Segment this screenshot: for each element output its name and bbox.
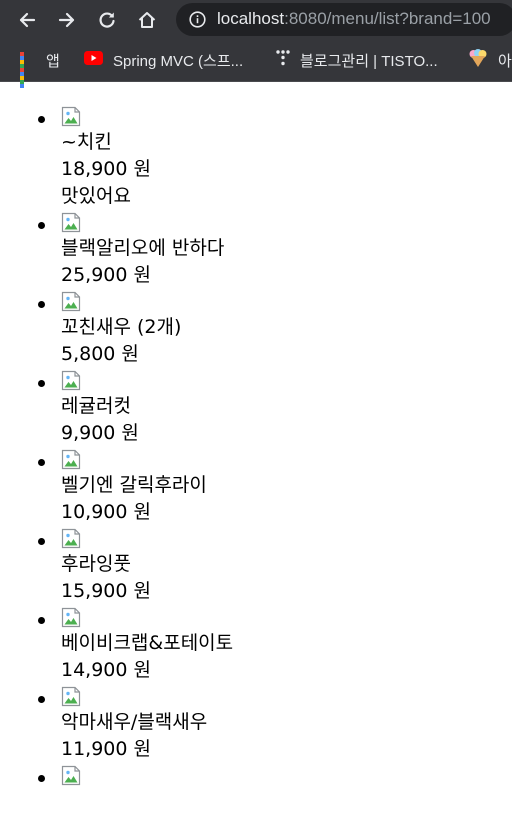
item-price: 15,900 원	[61, 580, 152, 602]
menu-list: ~치킨 18,900 원 맛있어요 블랙알리오에 반하다 25,900 원 꼬친…	[0, 104, 512, 788]
apps-grid-icon	[20, 52, 36, 88]
reload-button[interactable]	[95, 8, 119, 32]
list-bullet	[38, 775, 45, 782]
item-price: 25,900 원	[61, 264, 152, 286]
page-content: ~치킨 18,900 원 맛있어요 블랙알리오에 반하다 25,900 원 꼬친…	[0, 82, 512, 813]
list-bullet	[38, 459, 45, 466]
home-icon	[138, 12, 156, 28]
youtube-icon	[84, 51, 103, 69]
bookmarks-bar: 앱 Spring MVC (스프... 블로그관리 | TISTO... 아	[0, 40, 512, 88]
broken-image-icon	[61, 291, 81, 312]
item-price: 11,900 원	[61, 738, 152, 760]
icecream-icon	[468, 48, 488, 72]
item-description: 맛있어요	[61, 185, 131, 207]
menu-item: 블랙알리오에 반하다 25,900 원	[0, 212, 512, 289]
bookmark-label: Spring MVC (스프...	[113, 52, 244, 70]
forward-button[interactable]	[55, 8, 79, 32]
item-name: 꼬친새우 (2개)	[61, 316, 182, 338]
item-name: 후라잉풋	[61, 553, 131, 575]
list-bullet	[38, 380, 45, 387]
menu-item: 악마새우/블랙새우 11,900 원	[0, 686, 512, 763]
menu-item	[0, 765, 512, 786]
bookmark-tistory[interactable]: 블로그관리 | TISTO...	[276, 50, 438, 70]
item-name: 블랙알리오에 반하다	[61, 237, 225, 259]
item-name: 벨기엔 갈릭후라이	[61, 474, 207, 496]
broken-image-icon	[61, 106, 81, 127]
url-path: :8080/menu/list?brand=100	[284, 9, 491, 28]
list-bullet	[38, 222, 45, 229]
bookmark-label: 아	[498, 52, 512, 70]
broken-image-icon	[61, 212, 81, 233]
arrow-left-icon	[19, 12, 36, 28]
bookmark-spring-mvc[interactable]: Spring MVC (스프...	[84, 50, 243, 70]
broken-image-icon	[61, 528, 81, 549]
bookmark-icecream[interactable]: 아	[468, 48, 512, 72]
arrow-right-icon	[58, 12, 75, 28]
item-name: 악마새우/블랙새우	[61, 711, 208, 733]
broken-image-icon	[61, 765, 81, 786]
url-host: localhost	[217, 9, 285, 28]
broken-image-icon	[61, 607, 81, 628]
item-name: ~치킨	[61, 131, 112, 153]
home-button[interactable]	[135, 8, 159, 32]
menu-item: 벨기엔 갈릭후라이 10,900 원	[0, 449, 512, 526]
menu-item: 레귤러컷 9,900 원	[0, 370, 512, 447]
item-price: 14,900 원	[61, 659, 152, 681]
list-bullet	[38, 538, 45, 545]
back-button[interactable]	[15, 8, 39, 32]
item-price: 9,900 원	[61, 422, 139, 444]
broken-image-icon	[61, 686, 81, 707]
bookmark-apps[interactable]: 앱	[20, 50, 60, 88]
list-bullet	[38, 696, 45, 703]
list-bullet	[38, 617, 45, 624]
address-bar[interactable]: localhost:8080/menu/list?brand=100	[176, 3, 512, 36]
broken-image-icon	[61, 370, 81, 391]
list-bullet	[38, 301, 45, 308]
bookmark-label: 앱	[46, 52, 60, 70]
menu-item: ~치킨 18,900 원 맛있어요	[0, 106, 512, 210]
menu-item: 후라잉풋 15,900 원	[0, 528, 512, 605]
bookmark-label: 블로그관리 | TISTO...	[300, 52, 438, 70]
info-icon[interactable]	[189, 11, 206, 28]
menu-item: 꼬친새우 (2개) 5,800 원	[0, 291, 512, 368]
tistory-icon	[276, 50, 290, 70]
menu-item: 베이비크랩&포테이토 14,900 원	[0, 607, 512, 684]
url-text[interactable]: localhost:8080/menu/list?brand=100	[217, 9, 491, 29]
reload-icon	[99, 12, 115, 28]
list-bullet	[38, 116, 45, 123]
browser-toolbar: localhost:8080/menu/list?brand=100	[0, 0, 512, 40]
item-price: 5,800 원	[61, 343, 139, 365]
item-price: 18,900 원	[61, 158, 152, 180]
item-name: 베이비크랩&포테이토	[61, 632, 234, 654]
item-name: 레귤러컷	[61, 395, 131, 417]
broken-image-icon	[61, 449, 81, 470]
item-price: 10,900 원	[61, 501, 152, 523]
